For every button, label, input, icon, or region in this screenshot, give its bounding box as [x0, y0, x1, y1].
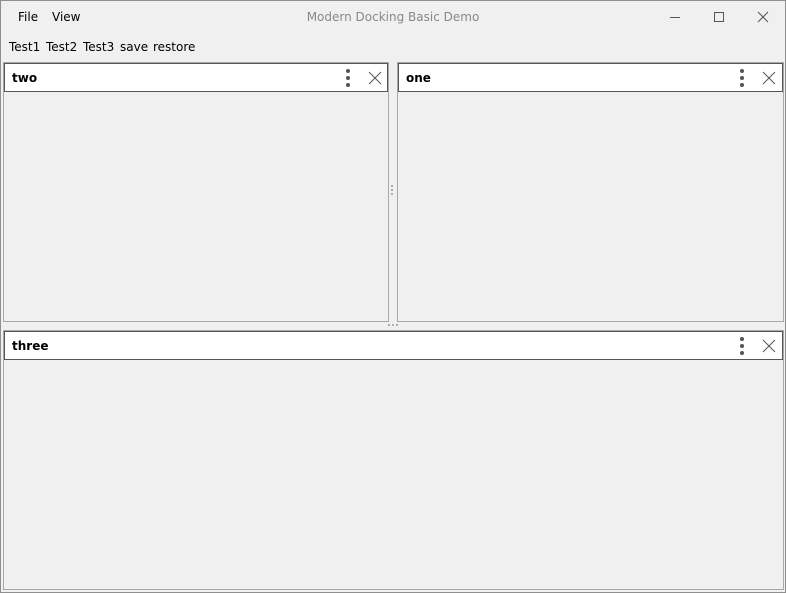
panel-three-header[interactable]: three	[4, 331, 783, 360]
close-icon[interactable]	[761, 70, 777, 86]
panel-two-header[interactable]: two	[4, 63, 388, 92]
close-icon	[757, 11, 769, 23]
title-bar: File View Modern Docking Basic Demo	[1, 1, 785, 33]
panel-one: one	[397, 62, 784, 322]
toolbar-test2[interactable]: Test2	[46, 40, 77, 54]
toolbar-test3[interactable]: Test3	[83, 40, 114, 54]
panel-three: three	[3, 330, 784, 590]
more-vertical-icon[interactable]	[341, 68, 355, 88]
maximize-icon	[714, 12, 724, 22]
maximize-button[interactable]	[696, 1, 742, 33]
panel-one-header[interactable]: one	[398, 63, 783, 92]
minimize-button[interactable]	[652, 1, 698, 33]
menu-file[interactable]: File	[18, 10, 38, 24]
panel-title: two	[12, 71, 38, 85]
app-window: File View Modern Docking Basic Demo Test…	[0, 0, 786, 593]
more-vertical-icon[interactable]	[735, 68, 749, 88]
toolbar-restore[interactable]: restore	[153, 40, 195, 54]
panel-title: one	[406, 71, 431, 85]
toolbar-test1[interactable]: Test1	[9, 40, 40, 54]
panel-two: two	[3, 62, 389, 322]
minimize-icon	[670, 17, 680, 18]
horizontal-splitter-handle[interactable]	[388, 324, 398, 326]
panel-title: three	[12, 339, 49, 353]
close-icon[interactable]	[367, 70, 383, 86]
toolbar-save[interactable]: save	[120, 40, 148, 54]
more-vertical-icon[interactable]	[735, 336, 749, 356]
vertical-splitter-handle[interactable]	[391, 185, 393, 195]
close-window-button[interactable]	[740, 1, 786, 33]
close-icon[interactable]	[761, 338, 777, 354]
menu-view[interactable]: View	[52, 10, 80, 24]
